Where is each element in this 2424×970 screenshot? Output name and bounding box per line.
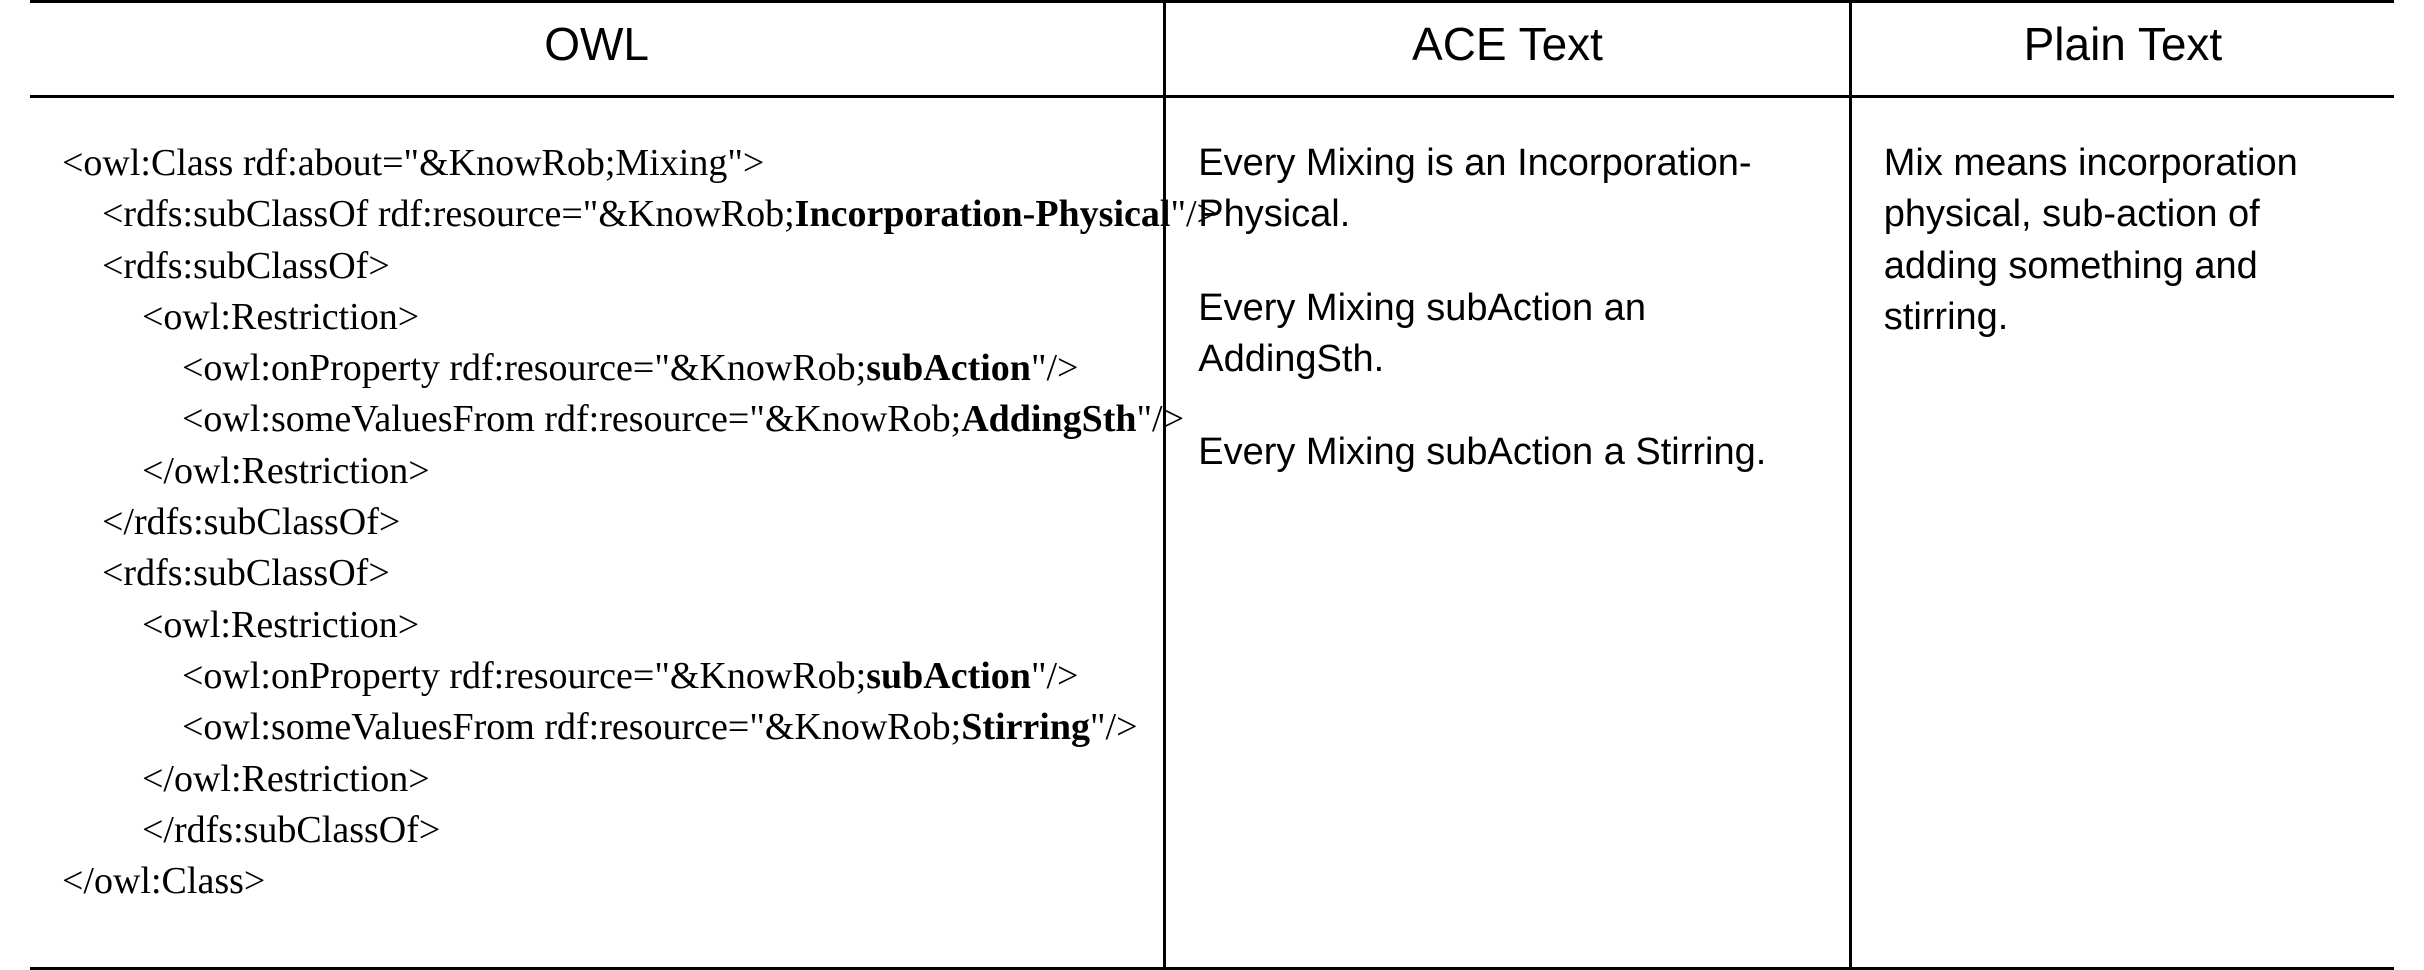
owl-line: <owl:Restriction>: [142, 604, 419, 646]
owl-line: <owl:someValuesFrom rdf:resource="&KnowR…: [182, 706, 961, 748]
col-header-ace: ACE Text: [1165, 2, 1851, 97]
owl-line: <rdfs:subClassOf>: [102, 552, 390, 594]
owl-line: <owl:someValuesFrom rdf:resource="&KnowR…: [182, 398, 961, 440]
comparison-table: OWL ACE Text Plain Text <owl:Class rdf:a…: [30, 0, 2394, 970]
owl-line: <owl:onProperty rdf:resource="&KnowRob;: [182, 655, 866, 697]
owl-line: <owl:onProperty rdf:resource="&KnowRob;: [182, 347, 866, 389]
ace-sentence: Every Mixing subAction an AddingSth.: [1198, 283, 1817, 386]
ace-sentence: Every Mixing is an Incorporation-Physica…: [1198, 138, 1817, 241]
owl-bold: AddingSth: [961, 398, 1136, 440]
owl-bold: subAction: [866, 347, 1031, 389]
owl-line: "/>: [1137, 398, 1185, 440]
owl-line: </rdfs:subClassOf>: [142, 809, 440, 851]
owl-bold: Incorporation-Physical: [795, 193, 1171, 235]
owl-bold: subAction: [866, 655, 1031, 697]
cell-owl: <owl:Class rdf:about="&KnowRob;Mixing"> …: [30, 97, 1165, 969]
table-header-row: OWL ACE Text Plain Text: [30, 2, 2394, 97]
col-header-plain: Plain Text: [1850, 2, 2394, 97]
owl-line: </owl:Class>: [62, 860, 265, 902]
owl-line: <rdfs:subClassOf rdf:resource="&KnowRob;: [102, 193, 795, 235]
cell-plain: Mix means incorporation physical, sub-ac…: [1850, 97, 2394, 969]
owl-line: "/>: [1090, 706, 1138, 748]
owl-line: </rdfs:subClassOf>: [102, 501, 400, 543]
owl-bold: Stirring: [961, 706, 1090, 748]
cell-ace: Every Mixing is an Incorporation-Physica…: [1165, 97, 1851, 969]
table-row: <owl:Class rdf:about="&KnowRob;Mixing"> …: [30, 97, 2394, 969]
owl-line: <owl:Class rdf:about="&KnowRob;Mixing">: [62, 142, 764, 184]
owl-line: <rdfs:subClassOf>: [102, 245, 390, 287]
owl-line: <owl:Restriction>: [142, 296, 419, 338]
owl-line: "/>: [1031, 655, 1079, 697]
owl-line: </owl:Restriction>: [142, 758, 430, 800]
plain-text: Mix means incorporation physical, sub-ac…: [1884, 142, 2298, 338]
owl-line: </owl:Restriction>: [142, 450, 430, 492]
owl-line: "/>: [1031, 347, 1079, 389]
ace-sentence: Every Mixing subAction a Stirring.: [1198, 427, 1817, 478]
page-root: OWL ACE Text Plain Text <owl:Class rdf:a…: [0, 0, 2424, 970]
col-header-owl: OWL: [30, 2, 1165, 97]
